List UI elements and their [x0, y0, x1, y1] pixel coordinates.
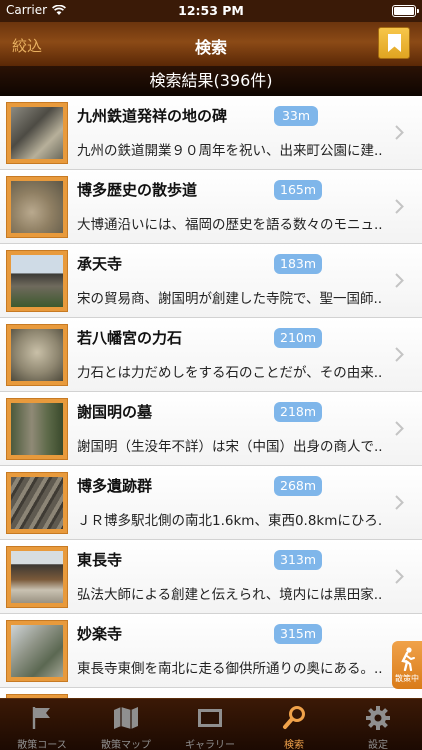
- tab-label: 設定: [368, 740, 388, 750]
- list-item[interactable]: 東長寺 313m 弘法大師による創建と伝えられ、境内には黒田家...: [0, 540, 422, 614]
- distance-badge: 313m: [274, 550, 323, 570]
- chevron-right-icon: [395, 569, 404, 584]
- tab-settings[interactable]: 設定: [336, 699, 420, 750]
- results-count: 検索結果(396件): [0, 66, 422, 96]
- chevron-right-icon: [395, 495, 404, 510]
- gear-icon: [366, 706, 390, 730]
- gallery-icon: [198, 709, 222, 727]
- item-description: 弘法大師による創建と伝えられ、境内には黒田家...: [77, 587, 382, 603]
- flag-icon: [32, 707, 50, 729]
- chevron-right-icon: [395, 199, 404, 214]
- chevron-right-icon: [395, 421, 404, 436]
- tab-label: 散策マップ: [101, 740, 151, 750]
- tab-map[interactable]: 散策マップ: [84, 699, 168, 750]
- item-description: ＪＲ博多駅北側の南北1.6km、東西0.8kmにひろ...: [77, 513, 382, 529]
- distance-badge: 268m: [274, 476, 323, 496]
- clock: 12:53 PM: [178, 3, 244, 18]
- chevron-right-icon: [395, 125, 404, 140]
- item-title: 妙楽寺: [77, 625, 123, 643]
- tab-label: ギャラリー: [185, 740, 235, 750]
- distance-badge: 210m: [274, 328, 323, 348]
- distance-badge: 315m: [274, 624, 323, 644]
- bookmark-button[interactable]: [378, 27, 410, 59]
- item-title: 謝国明の墓: [77, 403, 153, 421]
- list-item[interactable]: 謝国明の墓 218m 謝国明（生没年不詳）は宋（中国）出身の商人で...: [0, 392, 422, 466]
- item-description: 宋の貿易商、謝国明が創建した寺院で、聖一国師...: [77, 291, 382, 307]
- item-title: 東長寺: [77, 551, 123, 569]
- list-item[interactable]: 若八幡宮の力石 210m 力石とは力だめしをする石のことだが、その由来...: [0, 318, 422, 392]
- distance-badge: 33m: [274, 106, 318, 126]
- item-title: 承天寺: [77, 255, 123, 273]
- tab-label: 散策コース: [17, 740, 67, 750]
- thumbnail: [6, 250, 68, 312]
- chevron-right-icon: [395, 347, 404, 362]
- walking-mode-label: 散策中: [395, 674, 419, 683]
- thumbnail: [6, 102, 68, 164]
- page-title: 検索: [194, 38, 227, 57]
- thumbnail: [6, 398, 68, 460]
- thumbnail: [6, 472, 68, 534]
- tab-bar: 散策コース 散策マップ ギャラリー 検索 設定: [0, 698, 422, 750]
- result-list[interactable]: 九州鉄道発祥の地の碑 33m 九州の鉄道開業９０周年を祝い、出来町公園に建...…: [0, 96, 422, 698]
- walking-person-icon: [401, 647, 415, 671]
- list-item[interactable]: 九州鉄道発祥の地の碑 33m 九州の鉄道開業９０周年を祝い、出来町公園に建...: [0, 96, 422, 170]
- list-item[interactable]: 博多遺跡群 268m ＪＲ博多駅北側の南北1.6km、東西0.8kmにひろ...: [0, 466, 422, 540]
- item-description: 東長寺東側を南北に走る御供所通りの奥にある。...: [77, 661, 382, 677]
- item-description: 力石とは力だめしをする石のことだが、その由来...: [77, 365, 382, 381]
- list-item[interactable]: [0, 688, 422, 698]
- thumbnail: [6, 176, 68, 238]
- bookmark-icon: [388, 34, 401, 52]
- item-description: 謝国明（生没年不詳）は宋（中国）出身の商人で...: [77, 439, 382, 455]
- list-item[interactable]: 博多歴史の散歩道 165m 大博通沿いには、福岡の歴史を語る数々のモニュ...: [0, 170, 422, 244]
- thumbnail: [6, 324, 68, 386]
- tab-gallery[interactable]: ギャラリー: [168, 699, 252, 750]
- item-title: 博多遺跡群: [77, 477, 153, 495]
- distance-badge: 165m: [274, 180, 323, 200]
- item-title: 若八幡宮の力石: [77, 329, 183, 347]
- list-item[interactable]: 承天寺 183m 宋の貿易商、謝国明が創建した寺院で、聖一国師...: [0, 244, 422, 318]
- navigation-bar: 絞込 検索: [0, 22, 422, 66]
- tab-label: 検索: [284, 740, 304, 750]
- item-title: 博多歴史の散歩道: [77, 181, 198, 199]
- distance-badge: 183m: [274, 254, 323, 274]
- list-item[interactable]: 妙楽寺 315m 東長寺東側を南北に走る御供所通りの奥にある。...: [0, 614, 422, 688]
- thumbnail: [6, 546, 68, 608]
- walking-mode-button[interactable]: 散策中: [392, 641, 422, 689]
- item-description: 大博通沿いには、福岡の歴史を語る数々のモニュ...: [77, 217, 382, 233]
- status-bar: Carrier 12:53 PM: [0, 0, 422, 22]
- item-description: 九州の鉄道開業９０周年を祝い、出来町公園に建...: [77, 143, 382, 159]
- thumbnail: [6, 620, 68, 682]
- distance-badge: 218m: [274, 402, 323, 422]
- tab-search[interactable]: 検索: [252, 699, 336, 750]
- battery-icon: [392, 5, 419, 17]
- chevron-right-icon: [395, 273, 404, 288]
- map-icon: [114, 707, 138, 729]
- item-title: 九州鉄道発祥の地の碑: [77, 107, 228, 125]
- search-icon: [283, 706, 305, 729]
- tab-courses[interactable]: 散策コース: [0, 699, 84, 750]
